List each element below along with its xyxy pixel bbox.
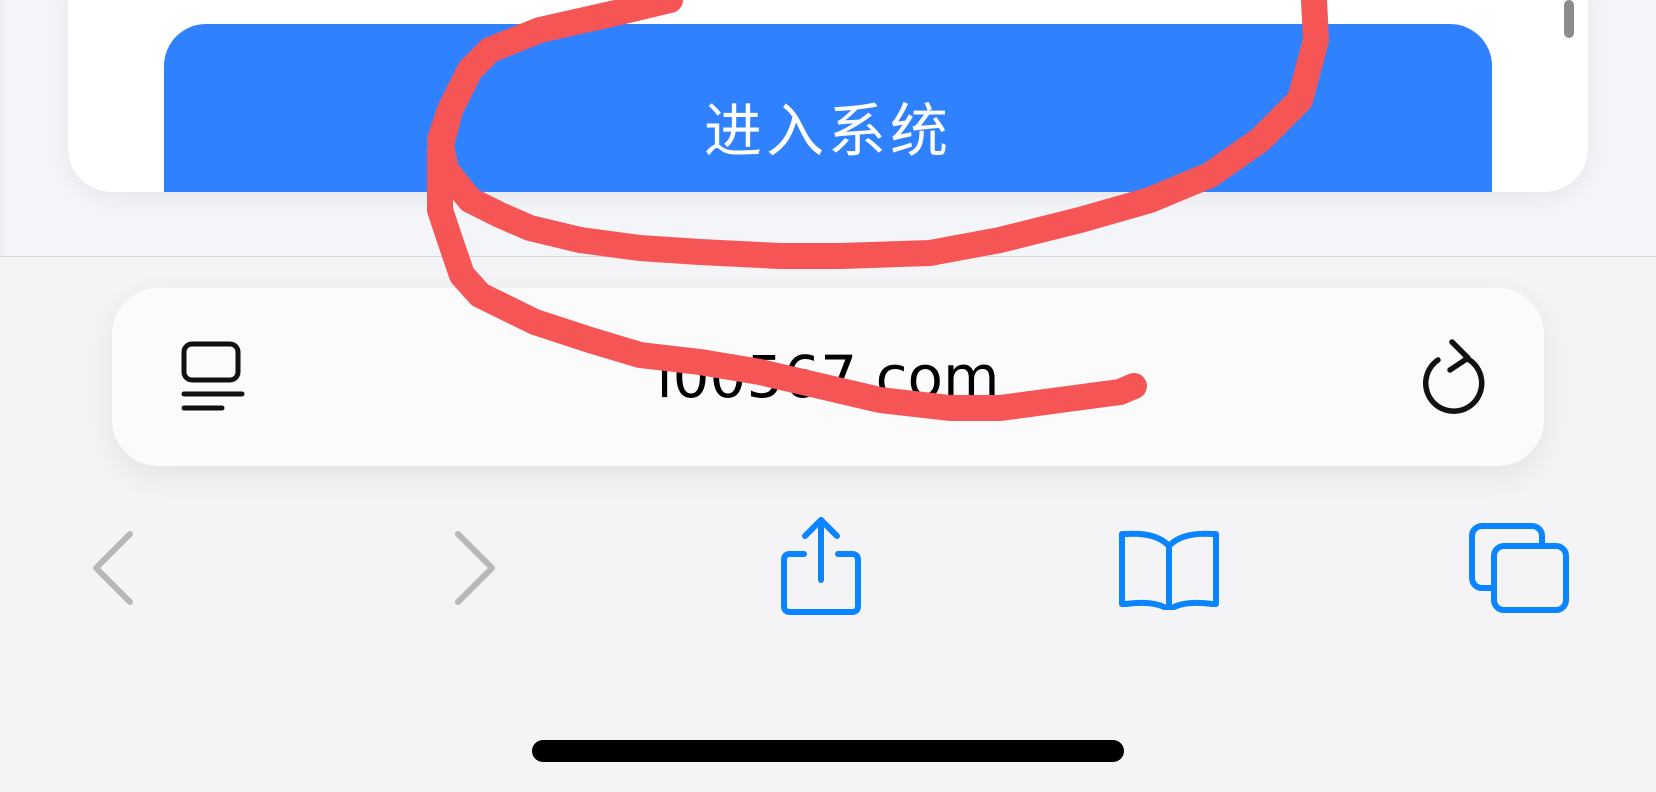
page-scrollbar[interactable] — [1564, 0, 1574, 38]
web-content-edge — [0, 0, 4, 256]
bookmarks-button[interactable] — [1116, 526, 1222, 610]
home-indicator[interactable] — [532, 740, 1124, 762]
url-text[interactable]: l00567.com — [560, 342, 1096, 412]
share-button[interactable] — [776, 514, 866, 618]
book-icon — [1119, 530, 1219, 610]
chevron-left-icon — [93, 531, 133, 605]
enter-system-button[interactable]: 进入系统 — [164, 24, 1492, 192]
reader-format-icon[interactable] — [178, 340, 248, 420]
tabs-icon — [1469, 523, 1569, 613]
web-content-area: 进入系统 — [0, 0, 1656, 257]
share-icon — [781, 517, 861, 615]
back-button[interactable] — [84, 524, 144, 608]
chevron-right-icon — [455, 531, 495, 605]
reload-icon[interactable] — [1414, 336, 1494, 416]
forward-button[interactable] — [444, 524, 504, 608]
safari-screen: 进入系统 l00567.com — [0, 0, 1656, 792]
tabs-button[interactable] — [1468, 520, 1572, 616]
